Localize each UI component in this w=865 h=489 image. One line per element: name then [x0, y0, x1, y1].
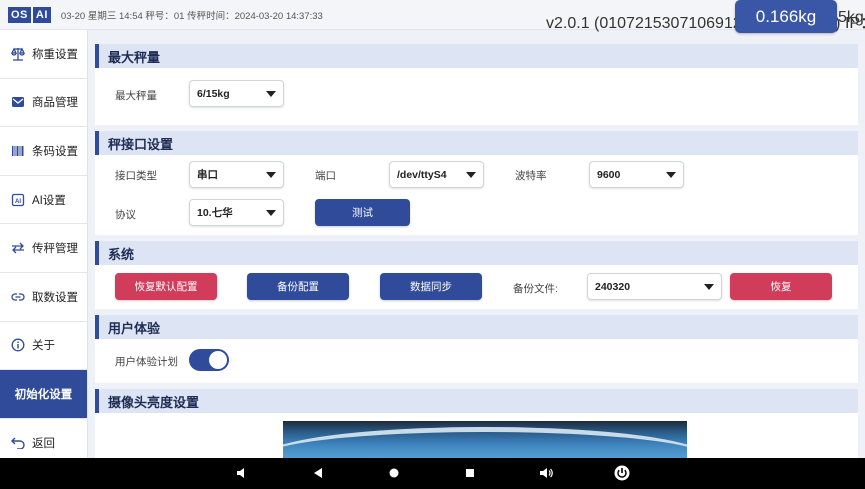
chevron-down-icon: [666, 172, 676, 178]
protocol-value: 10.七华: [197, 207, 233, 219]
power-icon[interactable]: [614, 465, 630, 481]
port-select[interactable]: /dev/ttyS4: [389, 161, 484, 188]
sidebar-item-barcode[interactable]: 条码设置: [0, 127, 87, 176]
logo-ai: AI: [32, 6, 51, 23]
chevron-down-icon: [466, 172, 476, 178]
back-icon: [10, 435, 26, 451]
sidebar: 称重设置 商品管理 条码设置 AI AI设置 传秤管理 取数设置 关于 初始化设…: [0, 30, 88, 468]
port-label: 端口: [315, 170, 336, 182]
recents-icon[interactable]: [462, 465, 478, 481]
max-range-label: 最大秤量: [115, 90, 157, 102]
volume-up-icon[interactable]: [538, 465, 554, 481]
camera-preview: [283, 421, 687, 458]
transfer-icon: [10, 240, 26, 256]
toggle-knob: [209, 351, 227, 369]
sidebar-item-products[interactable]: 商品管理: [0, 79, 87, 128]
settings-panel: 最大秤量 最大秤量 6/15kg 秤接口设置 接口类型 串口 端口 /dev/t…: [95, 44, 858, 458]
section-header-interface: 秤接口设置: [95, 131, 858, 155]
protocol-label: 协议: [115, 209, 136, 221]
ux-plan-toggle[interactable]: [189, 349, 229, 371]
sidebar-item-weighing[interactable]: 称重设置: [0, 30, 87, 79]
baud-value: 9600: [597, 168, 621, 181]
camera-rim: [283, 427, 687, 458]
backup-file-select[interactable]: 240320: [587, 273, 722, 300]
system-nav-bar: [0, 458, 865, 489]
info-icon: [10, 337, 26, 353]
restore-default-button[interactable]: 恢复默认配置: [115, 273, 217, 300]
sync-button[interactable]: 数据同步: [380, 273, 482, 300]
backup-file-value: 240320: [595, 280, 631, 293]
sidebar-item-transfer[interactable]: 传秤管理: [0, 224, 87, 273]
status-text: 03-20 星期三 14:54 秤号：01 传秤时间：2024-03-20 14…: [60, 10, 323, 22]
weight-display: 0.166kg: [735, 0, 837, 33]
interface-type-label: 接口类型: [115, 170, 157, 182]
sidebar-item-ai[interactable]: AI AI设置: [0, 176, 87, 225]
ux-plan-label: 用户体验计划: [115, 356, 178, 368]
weight-unit-tail: 5kg: [838, 9, 864, 26]
section-header-max-range: 最大秤量: [95, 44, 858, 68]
baud-label: 波特率: [515, 170, 547, 182]
sidebar-item-fetch[interactable]: 取数设置: [0, 273, 87, 322]
sidebar-item-label: 取数设置: [32, 291, 78, 304]
max-range-value: 6/15kg: [197, 87, 230, 100]
port-value: /dev/ttyS4: [397, 168, 447, 181]
backup-file-label: 备份文件:: [513, 283, 558, 295]
sidebar-item-label: 称重设置: [32, 48, 78, 61]
sidebar-item-label: AI设置: [32, 194, 66, 207]
sidebar-item-init[interactable]: 初始化设置: [0, 370, 87, 419]
interface-type-value: 串口: [197, 169, 218, 181]
chevron-down-icon: [704, 284, 714, 290]
home-icon[interactable]: [386, 465, 402, 481]
sidebar-item-label: 商品管理: [32, 97, 78, 110]
section-interface: 接口类型 串口 端口 /dev/ttyS4 波特率 9600 协议 10.七华 …: [95, 155, 858, 235]
section-header-camera: 摄像头亮度设置: [95, 389, 858, 413]
section-header-system: 系统: [95, 241, 858, 265]
sidebar-item-label: 传秤管理: [32, 243, 78, 256]
chevron-down-icon: [266, 172, 276, 178]
scale-icon: [10, 46, 26, 62]
section-max-range: 最大秤量 6/15kg: [95, 68, 858, 125]
ai-icon: AI: [10, 192, 26, 208]
barcode-icon: [10, 143, 26, 159]
logo-os: OS: [8, 6, 31, 23]
sidebar-item-label: 返回: [32, 437, 55, 450]
mail-icon: [10, 94, 26, 110]
baud-select[interactable]: 9600: [589, 161, 684, 188]
sidebar-item-label: 初始化设置: [14, 388, 73, 401]
sidebar-item-label: 条码设置: [32, 145, 78, 158]
sidebar-item-about[interactable]: 关于: [0, 322, 87, 371]
max-range-select[interactable]: 6/15kg: [189, 80, 284, 107]
section-header-ux: 用户体验: [95, 315, 858, 339]
backup-button[interactable]: 备份配置: [247, 273, 349, 300]
volume-down-icon[interactable]: [234, 465, 250, 481]
link-icon: [10, 289, 26, 305]
section-ux: 用户体验计划: [95, 339, 858, 383]
back-nav-icon[interactable]: [310, 465, 326, 481]
interface-type-select[interactable]: 串口: [189, 161, 284, 188]
restore-button[interactable]: 恢复: [730, 273, 832, 300]
test-button[interactable]: 测试: [315, 199, 410, 226]
app-logo: OS AI: [8, 6, 53, 23]
chevron-down-icon: [266, 210, 276, 216]
section-system: 恢复默认配置 备份配置 数据同步 备份文件: 240320 恢复: [95, 265, 858, 309]
section-camera: [95, 413, 858, 458]
protocol-select[interactable]: 10.七华: [189, 199, 284, 226]
svg-text:AI: AI: [15, 199, 21, 205]
sidebar-item-label: 关于: [32, 340, 55, 353]
chevron-down-icon: [266, 91, 276, 97]
